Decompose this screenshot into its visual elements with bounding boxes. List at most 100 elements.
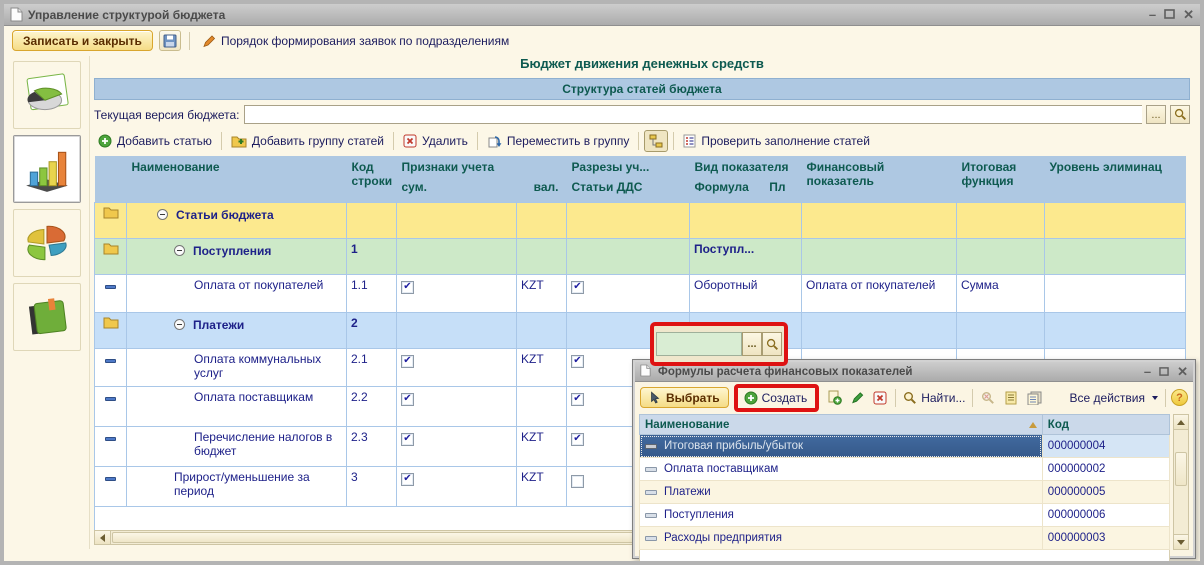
- collapse-icon[interactable]: [174, 319, 185, 330]
- dialog-close-button[interactable]: ✕: [1177, 365, 1188, 378]
- arrow-down-icon: [1177, 540, 1185, 545]
- move-group-icon: [487, 134, 502, 148]
- header-cuts[interactable]: Разрезы уч... Статьи ДДС: [567, 156, 690, 202]
- order-requests-button[interactable]: Порядок формирования заявок по подраздел…: [198, 32, 513, 50]
- version-choose-button[interactable]: ...: [1146, 105, 1166, 124]
- header-code[interactable]: Кодстроки: [347, 156, 397, 202]
- edit-button[interactable]: [847, 388, 867, 408]
- separator: [673, 132, 674, 150]
- highlight-box-create-button: Создать: [734, 384, 820, 412]
- arrow-left-icon: [100, 534, 105, 542]
- header-total-function[interactable]: Итоговаяфункция: [957, 156, 1045, 202]
- move-to-group-button[interactable]: Переместить в группу: [483, 132, 633, 150]
- minimize-button[interactable]: –: [1149, 8, 1156, 21]
- hierarchy-view-toggle[interactable]: [644, 130, 668, 152]
- magnifier-icon: [766, 338, 779, 351]
- checkbox-dds[interactable]: ✔: [571, 393, 584, 406]
- pie-3d-icon: [22, 218, 72, 268]
- check-fill-button[interactable]: Проверить заполнение статей: [679, 132, 874, 150]
- all-actions-button[interactable]: Все действия: [1068, 390, 1160, 406]
- app-window: Управление структурой бюджета – ✕ Записа…: [0, 0, 1204, 565]
- tab-report-pie[interactable]: [13, 61, 81, 129]
- find-button[interactable]: Найти...: [901, 390, 967, 406]
- collapse-icon[interactable]: [174, 245, 185, 256]
- scroll-left-button[interactable]: [95, 531, 111, 544]
- checkbox-sum[interactable]: ✔: [401, 281, 414, 294]
- separator: [972, 389, 973, 407]
- scroll-up-button[interactable]: [1174, 415, 1188, 430]
- delete-x-icon: [873, 391, 887, 405]
- formulas-dialog: Формулы расчета финансовых показателей –…: [632, 359, 1196, 559]
- table-row[interactable]: Оплата от покупателей 1.1 ✔ KZT ✔ Оборот…: [95, 274, 1186, 312]
- separator: [477, 132, 478, 150]
- delete-button[interactable]: [870, 388, 890, 408]
- add-group-button[interactable]: Добавить группу статей: [227, 132, 388, 150]
- delete-button[interactable]: Удалить: [399, 132, 472, 150]
- header-name[interactable]: Наименование: [127, 156, 347, 202]
- header-elimination[interactable]: Уровень элиминац: [1045, 156, 1186, 202]
- magnifier-icon: [903, 391, 917, 405]
- scroll-down-button[interactable]: [1174, 534, 1188, 549]
- create-button[interactable]: Создать: [742, 390, 810, 406]
- formula-row[interactable]: Расходы предприятия 000000003: [640, 527, 1170, 550]
- scrollbar-thumb[interactable]: [1175, 452, 1187, 486]
- formula-row[interactable]: Платежи 000000005: [640, 481, 1170, 504]
- table-row-group[interactable]: Статьи бюджета: [95, 202, 1186, 238]
- save-button[interactable]: [159, 30, 181, 51]
- formula-search-button[interactable]: [762, 332, 782, 356]
- header-fin-indicator[interactable]: Финансовый показатель: [802, 156, 957, 202]
- separator: [393, 132, 394, 150]
- checklist-icon: [683, 134, 696, 148]
- checkbox-sum[interactable]: ✔: [401, 433, 414, 446]
- checkbox-sum[interactable]: ✔: [401, 355, 414, 368]
- dialog-minimize-button[interactable]: –: [1144, 365, 1151, 378]
- section-header: Структура статей бюджета: [94, 78, 1190, 100]
- checkbox-dds[interactable]: [571, 475, 584, 488]
- header-formula-code[interactable]: Код: [1042, 415, 1169, 435]
- collapse-icon[interactable]: [157, 209, 168, 220]
- version-search-button[interactable]: [1170, 105, 1190, 124]
- close-button[interactable]: ✕: [1183, 8, 1194, 21]
- list-settings-button[interactable]: [1001, 388, 1021, 408]
- checkbox-dds[interactable]: ✔: [571, 433, 584, 446]
- tab-book[interactable]: [13, 283, 81, 351]
- item-icon: [645, 513, 657, 518]
- add-article-button[interactable]: Добавить статью: [94, 132, 216, 150]
- help-button[interactable]: ?: [1171, 389, 1188, 406]
- header-formula-name[interactable]: Наименование: [640, 415, 1043, 435]
- checkbox-sum[interactable]: ✔: [401, 473, 414, 486]
- select-button[interactable]: Выбрать: [640, 387, 729, 408]
- maximize-button[interactable]: [1164, 8, 1175, 21]
- table-row-group[interactable]: Поступления 1 Поступл...: [95, 238, 1186, 274]
- dialog-maximize-button[interactable]: [1159, 365, 1169, 378]
- sort-ascending-icon[interactable]: [1029, 422, 1037, 428]
- tab-pie-3d[interactable]: [13, 209, 81, 277]
- formula-row-selected[interactable]: Итоговая прибыль/убыток 000000004: [640, 435, 1170, 458]
- formula-input[interactable]: [656, 332, 742, 356]
- formula-row[interactable]: Поступления 000000006: [640, 504, 1170, 527]
- table-row-group[interactable]: Платежи 2: [95, 312, 1186, 348]
- checkbox-sum[interactable]: ✔: [401, 393, 414, 406]
- formula-choose-button[interactable]: ...: [742, 332, 762, 356]
- table-header-row: Наименование Кодстроки Признаки учета су…: [95, 156, 1186, 202]
- bar-chart-icon: [22, 144, 72, 194]
- output-list-button[interactable]: [1024, 388, 1044, 408]
- cancel-search-icon: [981, 391, 995, 405]
- dialog-header-row: Наименование Код: [640, 415, 1170, 435]
- item-icon: [105, 477, 116, 481]
- formula-row[interactable]: Оплата поставщикам 000000002: [640, 458, 1170, 481]
- pencil-icon: [202, 34, 216, 48]
- empty-row: [639, 550, 1170, 563]
- save-close-button[interactable]: Записать и закрыть: [12, 30, 153, 51]
- tab-bar-chart[interactable]: [13, 135, 81, 203]
- cancel-search-button[interactable]: [978, 388, 998, 408]
- item-icon: [105, 359, 116, 363]
- header-kind[interactable]: Вид показателя ФормулаПл: [690, 156, 802, 202]
- create-copy-button[interactable]: [824, 388, 844, 408]
- checkbox-dds[interactable]: ✔: [571, 281, 584, 294]
- folder-icon: [103, 242, 119, 255]
- vertical-scrollbar[interactable]: [1173, 414, 1189, 550]
- checkbox-dds[interactable]: ✔: [571, 355, 584, 368]
- header-account-flags[interactable]: Признаки учета сум.вал.: [397, 156, 567, 202]
- budget-version-input[interactable]: [244, 105, 1143, 124]
